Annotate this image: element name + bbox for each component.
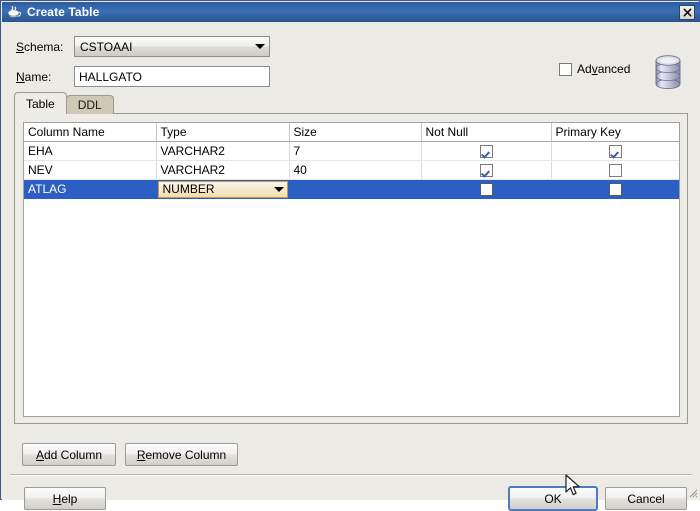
columns-table: Column Name Type Size Not Null Primary K… bbox=[24, 123, 679, 199]
header-primary-key[interactable]: Primary Key bbox=[551, 123, 679, 142]
chevron-down-icon bbox=[271, 186, 287, 192]
database-cylinder-icon bbox=[650, 53, 686, 91]
advanced-label: Advanced bbox=[577, 62, 631, 76]
button-bar-separator bbox=[10, 474, 692, 476]
type-value: NUMBER bbox=[162, 182, 215, 196]
cell-not-null[interactable] bbox=[421, 141, 552, 161]
primary-key-checkbox[interactable] bbox=[608, 164, 622, 178]
help-label: Help bbox=[52, 491, 78, 506]
ok-button[interactable]: OK bbox=[508, 486, 598, 511]
remove-column-button[interactable]: Remove Column bbox=[125, 443, 238, 466]
header-type[interactable]: Type bbox=[156, 123, 290, 142]
name-input[interactable] bbox=[74, 66, 270, 87]
name-row: Name: bbox=[16, 66, 270, 87]
primary-key-checkbox[interactable] bbox=[608, 183, 622, 197]
cell-type[interactable]: VARCHAR2 bbox=[156, 141, 290, 161]
table-row[interactable]: NEV VARCHAR2 40 bbox=[24, 160, 679, 180]
ok-label: OK bbox=[544, 491, 562, 506]
cell-size[interactable] bbox=[289, 179, 422, 199]
cell-column-name[interactable]: ATLAG bbox=[24, 179, 157, 199]
cell-size[interactable]: 7 bbox=[289, 141, 422, 161]
add-column-button[interactable]: Add Column bbox=[22, 443, 116, 466]
not-null-checkbox[interactable] bbox=[479, 145, 493, 159]
header-size[interactable]: Size bbox=[289, 123, 422, 142]
cancel-button[interactable]: Cancel bbox=[605, 487, 687, 510]
java-coffee-cup-icon bbox=[6, 4, 22, 20]
remove-column-label: Remove Column bbox=[136, 447, 227, 462]
columns-grid[interactable]: Column Name Type Size Not Null Primary K… bbox=[23, 122, 680, 417]
not-null-checkbox[interactable] bbox=[479, 164, 493, 178]
tab-ddl[interactable]: DDL bbox=[65, 95, 114, 114]
close-icon[interactable] bbox=[679, 4, 695, 20]
help-button[interactable]: Help bbox=[24, 487, 106, 510]
type-dropdown-editor[interactable]: NUMBER bbox=[157, 180, 288, 198]
cell-type[interactable]: VARCHAR2 bbox=[156, 160, 290, 180]
cell-column-name[interactable]: NEV bbox=[24, 160, 157, 180]
name-label: Name: bbox=[16, 69, 52, 84]
tab-ddl-label: DDL bbox=[77, 98, 102, 112]
schema-dropdown[interactable]: CSTOAAI bbox=[74, 36, 270, 57]
cell-size[interactable]: 40 bbox=[289, 160, 422, 180]
schema-value: CSTOAAI bbox=[80, 39, 133, 54]
tab-table-label: Table bbox=[26, 96, 55, 111]
not-null-checkbox[interactable] bbox=[479, 183, 493, 197]
cell-not-null[interactable] bbox=[421, 160, 552, 180]
resize-grip-icon[interactable] bbox=[686, 486, 698, 498]
header-column-name[interactable]: Column Name bbox=[24, 123, 157, 142]
tab-table[interactable]: Table bbox=[14, 92, 67, 114]
tab-strip: Table DDL bbox=[14, 92, 114, 114]
advanced-checkbox[interactable]: Advanced bbox=[559, 62, 630, 76]
title-bar: Create Table bbox=[2, 2, 700, 22]
add-column-label: Add Column bbox=[35, 447, 103, 462]
dialog-body: Schema: CSTOAAI Name: Advanced bbox=[2, 22, 700, 511]
schema-row: Schema: CSTOAAI bbox=[16, 36, 270, 57]
cell-column-name[interactable]: EHA bbox=[24, 141, 157, 161]
create-table-dialog: Create Table Schema: CSTOAAI Name: Advan… bbox=[0, 0, 700, 511]
cell-primary-key[interactable] bbox=[551, 179, 679, 199]
table-header-row: Column Name Type Size Not Null Primary K… bbox=[24, 123, 679, 142]
header-not-null[interactable]: Not Null bbox=[421, 123, 552, 142]
chevron-down-icon bbox=[251, 44, 269, 49]
cell-primary-key[interactable] bbox=[551, 141, 679, 161]
cell-primary-key[interactable] bbox=[551, 160, 679, 180]
primary-key-checkbox[interactable] bbox=[608, 145, 622, 159]
cancel-label: Cancel bbox=[627, 491, 665, 506]
advanced-checkbox-box[interactable] bbox=[559, 62, 572, 76]
table-tab-panel: Column Name Type Size Not Null Primary K… bbox=[14, 113, 688, 424]
table-row[interactable]: ATLAG NUMBER bbox=[24, 179, 679, 199]
cell-type[interactable]: NUMBER bbox=[156, 179, 290, 199]
schema-label: Schema: bbox=[16, 39, 64, 54]
window-title: Create Table bbox=[27, 5, 100, 19]
table-row[interactable]: EHA VARCHAR2 7 bbox=[24, 141, 679, 161]
cell-not-null[interactable] bbox=[421, 179, 552, 199]
